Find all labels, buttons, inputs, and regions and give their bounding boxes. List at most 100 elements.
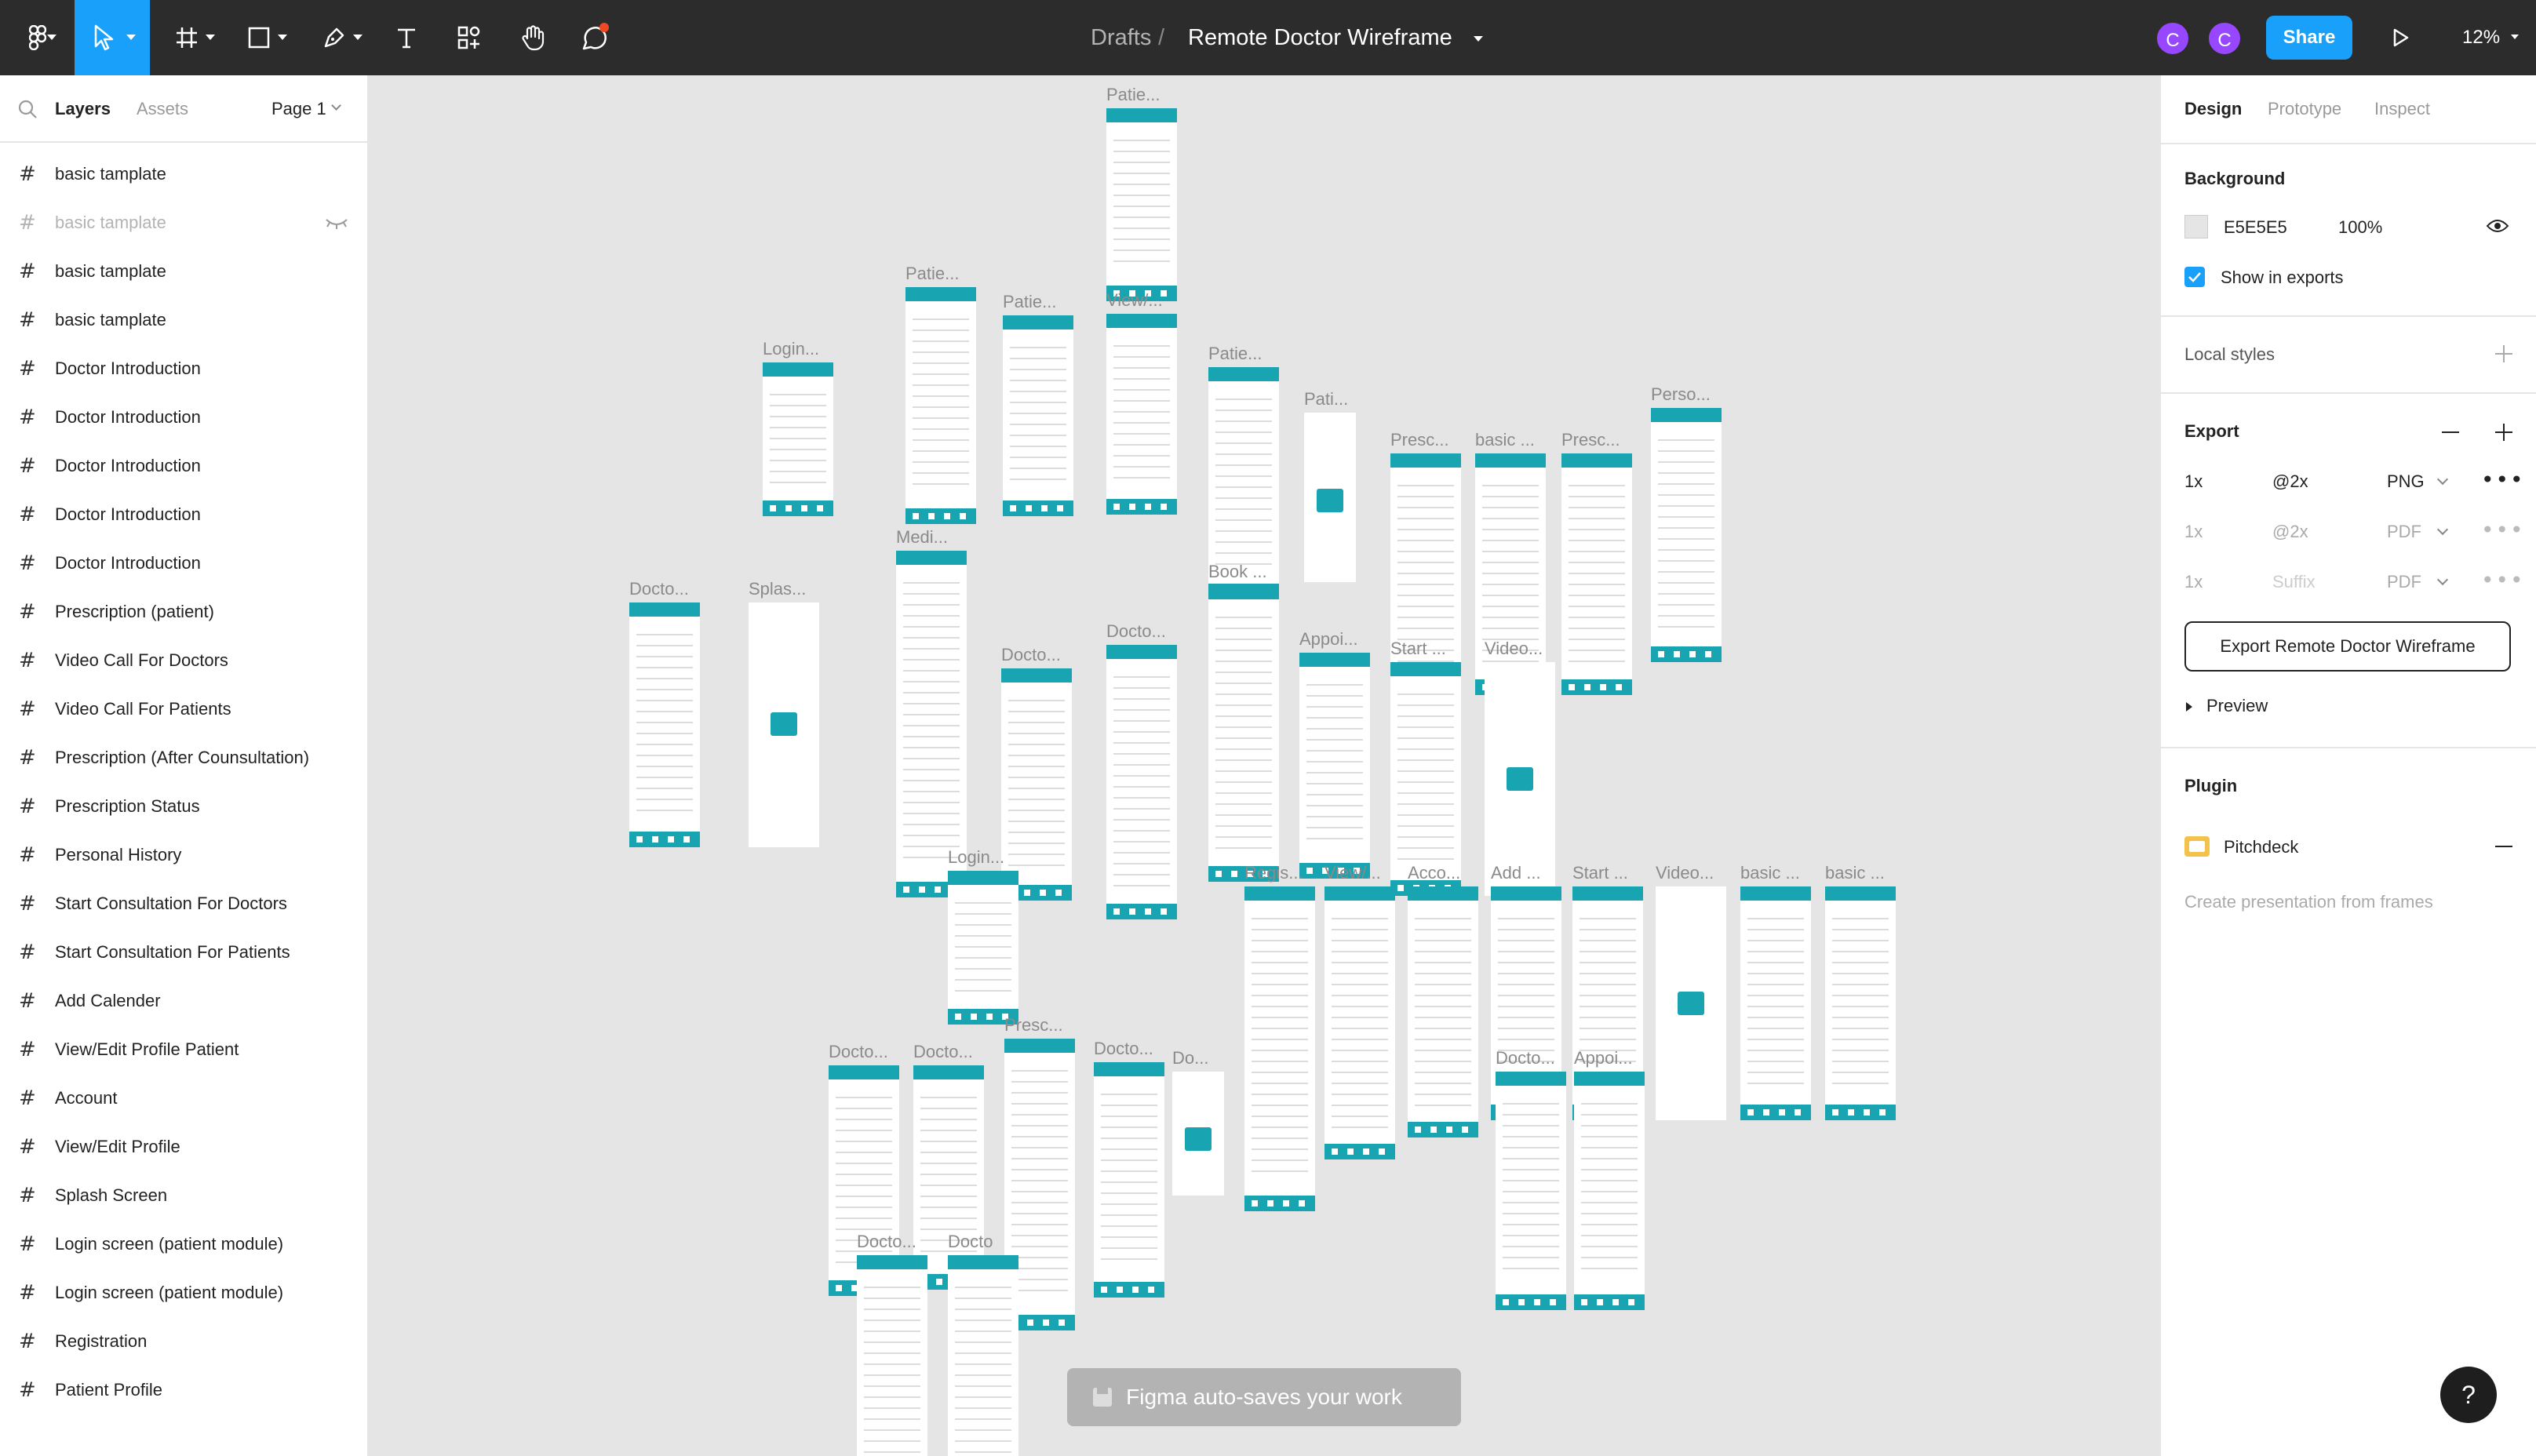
eye-icon[interactable] (2486, 218, 2509, 234)
canvas-frame[interactable]: Docto... (1001, 645, 1072, 901)
frame-label[interactable]: View/... (1324, 863, 1381, 883)
tab-prototype[interactable]: Prototype (2268, 97, 2341, 121)
layer-item[interactable]: # basic tamplate (0, 198, 369, 248)
canvas-frame[interactable]: Appoi... (1574, 1048, 1645, 1310)
background-opacity-input[interactable]: 100% (2338, 217, 2382, 238)
minus-icon[interactable] (2440, 422, 2461, 442)
file-name[interactable]: Remote Doctor Wireframe (1188, 24, 1452, 52)
search-icon[interactable] (17, 99, 38, 119)
more-options-icon[interactable]: ••• (2481, 469, 2525, 491)
frame-label[interactable]: Appoi... (1574, 1048, 1633, 1068)
canvas-frame[interactable]: Patie... (1003, 292, 1073, 516)
tab-layers[interactable]: Layers (55, 97, 111, 121)
frame-label[interactable]: Add ... (1491, 863, 1541, 883)
frame-label[interactable]: Splas... (749, 579, 806, 599)
breadcrumb-drafts[interactable]: Drafts (1091, 24, 1151, 52)
layer-item[interactable]: # View/Edit Profile Patient (0, 1025, 369, 1075)
canvas-frame[interactable]: Login... (763, 339, 833, 516)
eye-closed-icon[interactable] (325, 217, 348, 229)
frame-label[interactable]: Docto... (1106, 621, 1166, 642)
avatar[interactable]: C (2155, 20, 2191, 56)
layer-item[interactable]: # Doctor Introduction (0, 538, 369, 588)
layer-item[interactable]: # Prescription Status (0, 781, 369, 832)
frame-label[interactable]: Regis... (1244, 863, 1303, 883)
layer-item[interactable]: # Doctor Introduction (0, 441, 369, 491)
layer-item[interactable]: # basic tamplate (0, 149, 369, 199)
canvas-frame[interactable]: Docto (948, 1232, 1018, 1456)
canvas-frame[interactable]: Medi... (896, 527, 967, 897)
canvas-frame[interactable]: basic ... (1740, 863, 1811, 1120)
layer-item[interactable]: # Doctor Introduction (0, 344, 369, 394)
frame-label[interactable]: basic ... (1825, 863, 1885, 883)
frame-label[interactable]: Patie... (1003, 292, 1056, 312)
layer-item[interactable]: # Personal History (0, 830, 369, 880)
pen-tool-button[interactable] (311, 0, 373, 75)
background-color-swatch[interactable] (2184, 215, 2208, 238)
canvas-frame[interactable]: Video... (1656, 863, 1726, 1120)
main-menu-button[interactable] (0, 0, 75, 75)
frame-label[interactable]: Start ... (1390, 639, 1446, 659)
canvas-frame[interactable]: Regis... (1244, 863, 1315, 1211)
frame-tool-button[interactable] (163, 0, 226, 75)
frame-label[interactable]: Book ... (1208, 562, 1267, 582)
canvas-frame[interactable]: Appoi... (1299, 629, 1370, 879)
frame-label[interactable]: Presc... (1004, 1015, 1063, 1036)
text-tool-button[interactable] (384, 0, 428, 75)
frame-label[interactable]: Docto... (857, 1232, 916, 1252)
comment-tool-button[interactable] (573, 0, 617, 75)
layer-item[interactable]: # Prescription (patient) (0, 587, 369, 637)
frame-label[interactable]: Docto... (913, 1042, 973, 1062)
layer-item[interactable]: # Splash Screen (0, 1170, 369, 1221)
layer-item[interactable]: # Registration (0, 1316, 369, 1367)
page-selector[interactable]: Page 1 (271, 97, 326, 121)
export-format-select[interactable]: PDF (2387, 521, 2421, 543)
frame-label[interactable]: Docto (948, 1232, 993, 1252)
frame-label[interactable]: Acco... (1408, 863, 1460, 883)
chevron-down-icon[interactable] (1474, 36, 1483, 42)
zoom-level[interactable]: 12% (2462, 25, 2500, 50)
plus-icon[interactable] (2494, 344, 2514, 364)
canvas-frame[interactable]: Acco... (1408, 863, 1478, 1138)
canvas-frame[interactable]: Do... (1172, 1048, 1224, 1196)
frame-label[interactable]: Docto... (1496, 1048, 1555, 1068)
export-suffix-input[interactable]: @2x (2272, 521, 2308, 543)
layer-item[interactable]: # View/Edit Profile (0, 1122, 369, 1172)
frame-label[interactable]: Patie... (1106, 85, 1160, 105)
layer-item[interactable]: # Login screen (patient module) (0, 1219, 369, 1269)
frame-label[interactable]: Patie... (905, 264, 959, 284)
canvas-frame[interactable]: Docto... (629, 579, 700, 847)
frame-label[interactable]: Perso... (1651, 384, 1711, 405)
plus-icon[interactable] (2494, 422, 2514, 442)
canvas-frame[interactable]: View/... (1106, 290, 1177, 515)
layer-item[interactable]: # Doctor Introduction (0, 490, 369, 540)
frame-label[interactable]: View/... (1106, 290, 1163, 311)
canvas-frame[interactable]: Perso... (1651, 384, 1722, 662)
layer-item[interactable]: # basic tamplate (0, 246, 369, 297)
canvas-frame[interactable]: Docto... (1496, 1048, 1566, 1310)
chevron-down-icon[interactable] (2511, 35, 2519, 39)
canvas-frame[interactable]: Patie... (1106, 85, 1177, 301)
layer-item[interactable]: # Login screen (patient module) (0, 1268, 369, 1318)
layer-item[interactable]: # Patient Profile (0, 1365, 369, 1415)
more-options-icon[interactable]: ••• (2481, 570, 2525, 592)
frame-label[interactable]: Video... (1656, 863, 1714, 883)
canvas-frame[interactable]: Pati... (1304, 389, 1356, 582)
frame-label[interactable]: Docto... (1001, 645, 1061, 665)
layer-item[interactable]: # basic tamplate (0, 295, 369, 345)
tab-inspect[interactable]: Inspect (2374, 97, 2430, 121)
canvas-frame[interactable]: Docto... (1106, 621, 1177, 919)
frame-label[interactable]: Pati... (1304, 389, 1348, 410)
frame-label[interactable]: Login... (763, 339, 819, 359)
canvas-frame[interactable]: Login... (948, 847, 1018, 1025)
frame-label[interactable]: Docto... (1094, 1039, 1153, 1059)
canvas-frame[interactable]: basic ... (1825, 863, 1896, 1120)
more-options-icon[interactable]: ••• (2481, 519, 2525, 541)
frame-label[interactable]: Docto... (829, 1042, 888, 1062)
background-hex-input[interactable]: E5E5E5 (2224, 217, 2287, 238)
shape-tool-button[interactable] (235, 0, 298, 75)
layer-item[interactable]: # Start Consultation For Patients (0, 927, 369, 977)
plugin-name[interactable]: Pitchdeck (2224, 836, 2298, 858)
minus-icon[interactable] (2494, 836, 2514, 857)
frame-label[interactable]: Start ... (1572, 863, 1628, 883)
export-scale-select[interactable]: 1x (2184, 521, 2203, 543)
